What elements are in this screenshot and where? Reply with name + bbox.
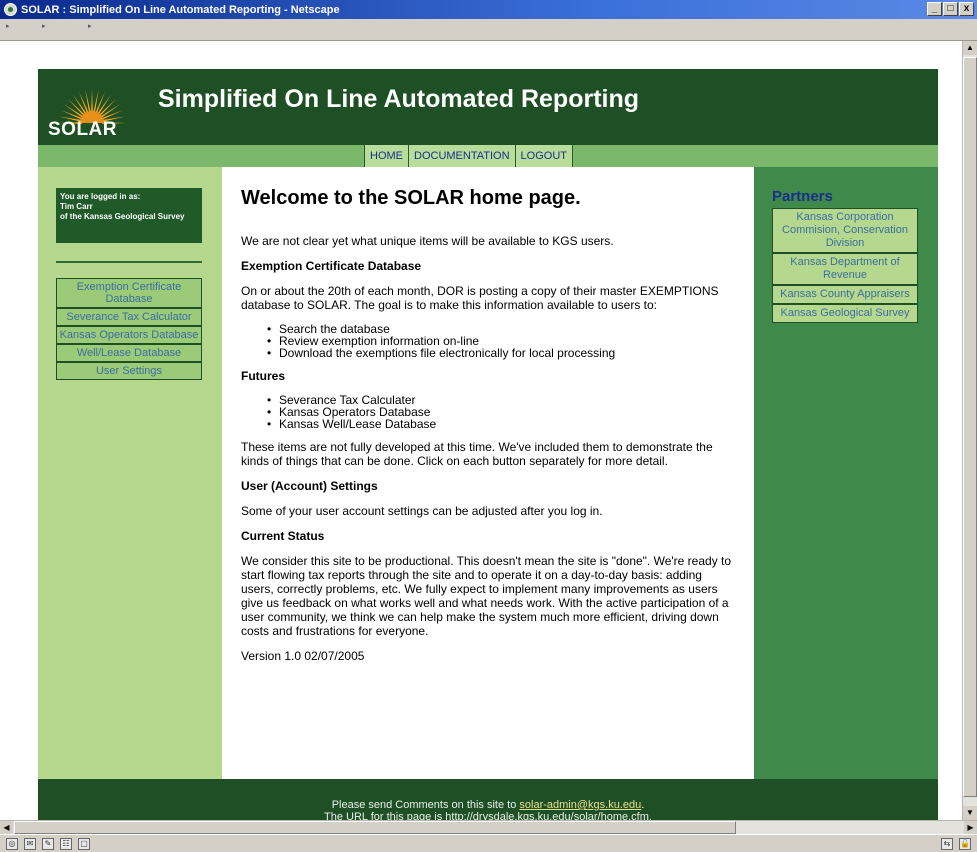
address-book-icon[interactable]: ☷: [60, 837, 72, 850]
vertical-scrollbar[interactable]: ▲ ▼: [962, 41, 977, 820]
site-header: SOLAR Simplified On Line Automated Repor…: [38, 69, 938, 145]
page-heading: Welcome to the SOLAR home page.: [241, 187, 581, 209]
sidebar-divider: [56, 261, 202, 263]
scroll-left-icon[interactable]: ◀: [0, 821, 13, 834]
main-content: Welcome to the SOLAR home page. We are n…: [222, 167, 754, 779]
partner-link[interactable]: Kansas Department of Revenue: [773, 254, 917, 286]
connection-icon: ⇆: [941, 838, 953, 850]
futures-heading: Futures: [241, 369, 286, 383]
futures-list-item: Kansas Well/Lease Database: [267, 418, 736, 430]
browser-viewport: SOLAR Simplified On Line Automated Repor…: [0, 41, 962, 820]
scroll-down-icon[interactable]: ▼: [963, 806, 977, 820]
toolbar-grip-icon[interactable]: ▸: [6, 22, 13, 30]
login-info: You are logged in as: Tim Carr of the Ka…: [56, 188, 202, 243]
logo-text: SOLAR: [48, 119, 117, 140]
left-menu-item[interactable]: Kansas Operators Database: [57, 327, 201, 345]
status-bar: ◎ ✉ ✎ ☷ ▢ ⇆ 🔓: [0, 834, 977, 852]
partner-link[interactable]: Kansas Corporation Commision, Conservati…: [773, 209, 917, 254]
login-label: You are logged in as:: [60, 192, 141, 201]
futures-list: Severance Tax CalculaterKansas Operators…: [267, 394, 736, 430]
horizontal-scrollbar[interactable]: ◀ ▶: [0, 820, 977, 834]
nav-link-documentation[interactable]: DOCUMENTATION: [409, 145, 516, 167]
left-menu-item[interactable]: Exemption Certificate Database: [57, 279, 201, 309]
partners-menu: Kansas Corporation Commision, Conservati…: [772, 208, 918, 323]
left-menu-item[interactable]: Severance Tax Calculator: [57, 309, 201, 327]
solar-page: SOLAR Simplified On Line Automated Repor…: [38, 69, 938, 820]
login-user: Tim Carr: [60, 202, 93, 211]
netscape-icon: [4, 3, 17, 16]
exemption-list: Search the databaseReview exemption info…: [267, 323, 736, 359]
login-org: of the Kansas Geological Survey: [60, 212, 185, 221]
left-sidebar: You are logged in as: Tim Carr of the Ka…: [38, 167, 222, 779]
toolbar-grip-icon[interactable]: ▸: [42, 22, 49, 30]
scroll-up-icon[interactable]: ▲: [963, 41, 977, 55]
settings-heading: User (Account) Settings: [241, 479, 378, 493]
intro-text: We are not clear yet what unique items w…: [241, 234, 614, 248]
settings-text: Some of your user account settings can b…: [241, 504, 603, 518]
admin-email-link[interactable]: solar-admin@kgs.ku.edu: [519, 799, 641, 811]
security-lock-icon[interactable]: 🔓: [959, 838, 971, 850]
partners-title: Partners: [772, 188, 833, 205]
window-controls: _ □ x: [927, 2, 974, 16]
version-text: Version 1.0 02/07/2005: [241, 649, 365, 663]
navigator-icon[interactable]: ◎: [6, 837, 18, 850]
horizontal-scroll-thumb[interactable]: [14, 821, 736, 834]
composer-icon[interactable]: ✎: [42, 837, 54, 850]
footer-comments: Please send Comments on this site to sol…: [38, 799, 938, 811]
footer-url: The URL for this page is http://drysdale…: [324, 811, 652, 820]
site-title: Simplified On Line Automated Reporting: [158, 85, 640, 113]
footer-comments-text: Please send Comments on this site to: [331, 799, 520, 811]
top-navbar: HOME DOCUMENTATION LOGOUT: [38, 145, 938, 167]
status-text: We consider this site to be productional…: [241, 554, 732, 638]
footer-period: .: [641, 799, 645, 811]
right-sidebar: Partners Kansas Corporation Commision, C…: [754, 167, 938, 779]
exemption-heading: Exemption Certificate Database: [241, 259, 422, 273]
window-title: SOLAR : Simplified On Line Automated Rep…: [21, 3, 340, 16]
vertical-scroll-thumb[interactable]: [963, 57, 977, 797]
toolbar-grip-icon[interactable]: ▸: [88, 22, 95, 30]
maximize-button[interactable]: □: [943, 2, 958, 16]
minimize-button[interactable]: _: [927, 2, 942, 16]
partner-link[interactable]: Kansas Geological Survey: [773, 305, 917, 322]
mail-icon[interactable]: ✉: [24, 837, 36, 850]
close-button[interactable]: x: [959, 2, 974, 16]
nav-links: HOME DOCUMENTATION LOGOUT: [364, 145, 573, 167]
left-menu-item[interactable]: User Settings: [57, 363, 201, 379]
left-menu-item[interactable]: Well/Lease Database: [57, 345, 201, 363]
site-footer: Please send Comments on this site to sol…: [38, 779, 938, 820]
toolbar-strip: ▸ ▸ ▸: [0, 19, 977, 41]
left-menu: Exemption Certificate Database Severance …: [56, 278, 202, 380]
page-icon[interactable]: ▢: [78, 837, 90, 850]
status-heading: Current Status: [241, 529, 325, 543]
nav-link-logout[interactable]: LOGOUT: [515, 145, 573, 167]
futures-text: These items are not fully developed at t…: [241, 440, 713, 468]
scroll-right-icon[interactable]: ▶: [964, 821, 977, 834]
sun-ray: [91, 89, 93, 114]
nav-link-home[interactable]: HOME: [365, 145, 409, 167]
status-right-icons: ⇆ 🔓: [941, 838, 971, 850]
exemption-list-item: Download the exemptions file electronica…: [267, 347, 736, 359]
window-titlebar: SOLAR : Simplified On Line Automated Rep…: [0, 0, 977, 19]
partner-link[interactable]: Kansas County Appraisers: [773, 286, 917, 305]
exemption-text: On or about the 20th of each month, DOR …: [241, 284, 719, 312]
